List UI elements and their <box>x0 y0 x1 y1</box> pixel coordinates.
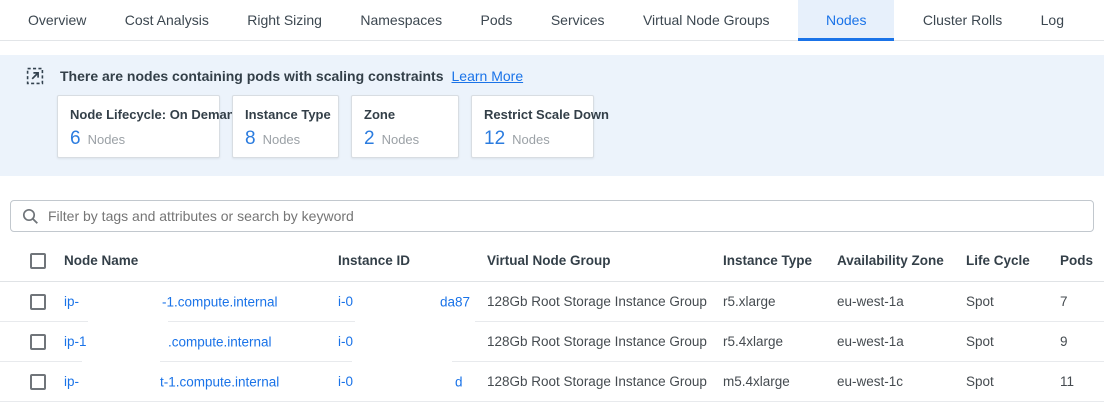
availability-zone-cell: eu-west-1a <box>837 334 966 349</box>
tab-cluster-rolls[interactable]: Cluster Rolls <box>913 0 1012 40</box>
card-title: Restrict Scale Down <box>484 107 581 122</box>
column-header-pods: Pods <box>1060 253 1104 268</box>
pods-cell: 11 <box>1060 374 1104 389</box>
redaction-box <box>82 359 160 389</box>
card-value: 6 <box>70 128 81 150</box>
pods-cell: 7 <box>1060 294 1104 309</box>
card-unit: Nodes <box>263 132 301 147</box>
node-name-link[interactable]: ip-1 <box>64 334 87 349</box>
instance-id-link[interactable]: i-0 <box>338 374 353 389</box>
pods-cell: 9 <box>1060 334 1104 349</box>
tab-services[interactable]: Services <box>541 0 615 40</box>
availability-zone-cell: eu-west-1c <box>837 374 966 389</box>
table-row: ip-1 .compute.internal i-0 128Gb Root St… <box>0 322 1104 362</box>
virtual-node-group-cell: 128Gb Root Storage Instance Group <box>487 294 723 309</box>
filter-search-bar <box>10 200 1094 232</box>
card-unit: Nodes <box>88 132 126 147</box>
tab-pods[interactable]: Pods <box>471 0 523 40</box>
card-value: 8 <box>245 128 256 150</box>
instance-id-link[interactable]: d <box>455 374 463 389</box>
instance-id-link[interactable]: i-0 <box>338 294 353 309</box>
banner-message: There are nodes containing pods with sca… <box>60 68 444 84</box>
card-title: Zone <box>364 107 446 122</box>
card-value: 12 <box>484 128 505 150</box>
tab-namespaces[interactable]: Namespaces <box>350 0 452 40</box>
life-cycle-cell: Spot <box>966 334 1060 349</box>
column-header-instance-id: Instance ID <box>338 253 487 268</box>
scaling-constraints-banner: There are nodes containing pods with sca… <box>0 55 1104 176</box>
card-zone[interactable]: Zone 2 Nodes <box>351 95 459 158</box>
table-row: ip- -1.compute.internal i-0 da87 128Gb R… <box>0 282 1104 322</box>
card-node-lifecycle[interactable]: Node Lifecycle: On Demand 6 Nodes <box>57 95 220 158</box>
tab-log[interactable]: Log <box>1031 0 1074 40</box>
tab-overview[interactable]: Overview <box>18 0 96 40</box>
row-checkbox[interactable] <box>30 334 46 350</box>
virtual-node-group-cell: 128Gb Root Storage Instance Group <box>487 334 723 349</box>
tab-nodes[interactable]: Nodes <box>798 0 894 40</box>
select-all-checkbox[interactable] <box>30 253 46 269</box>
card-instance-type[interactable]: Instance Type 8 Nodes <box>232 95 339 158</box>
nodes-table: Node Name Instance ID Virtual Node Group… <box>0 240 1104 402</box>
node-name-link[interactable]: -1.compute.internal <box>162 294 278 309</box>
node-name-link[interactable]: t-1.compute.internal <box>160 374 279 389</box>
table-row: ip- t-1.compute.internal i-0 d 128Gb Roo… <box>0 362 1104 402</box>
search-input[interactable] <box>48 208 1082 224</box>
tab-right-sizing[interactable]: Right Sizing <box>237 0 332 40</box>
redaction-box <box>352 285 438 315</box>
row-checkbox[interactable] <box>30 294 46 310</box>
learn-more-link[interactable]: Learn More <box>452 68 524 84</box>
table-header-row: Node Name Instance ID Virtual Node Group… <box>0 240 1104 282</box>
column-header-availability-zone: Availability Zone <box>837 253 966 268</box>
tab-virtual-node-groups[interactable]: Virtual Node Groups <box>633 0 780 40</box>
virtual-node-group-cell: 128Gb Root Storage Instance Group <box>487 374 723 389</box>
instance-type-cell: r5.4xlarge <box>723 334 837 349</box>
instance-type-cell: m5.4xlarge <box>723 374 837 389</box>
instance-type-cell: r5.xlarge <box>723 294 837 309</box>
life-cycle-cell: Spot <box>966 374 1060 389</box>
column-header-virtual-node-group: Virtual Node Group <box>487 253 723 268</box>
tab-cost-analysis[interactable]: Cost Analysis <box>115 0 219 40</box>
scale-constraint-icon <box>25 66 45 86</box>
card-restrict-scale-down[interactable]: Restrict Scale Down 12 Nodes <box>471 95 594 158</box>
redaction-box <box>355 319 475 349</box>
redaction-box <box>352 359 452 389</box>
constraint-cards: Node Lifecycle: On Demand 6 Nodes Instan… <box>57 95 1104 158</box>
availability-zone-cell: eu-west-1a <box>837 294 966 309</box>
card-title: Node Lifecycle: On Demand <box>70 107 207 122</box>
node-name-link[interactable]: .compute.internal <box>168 334 272 349</box>
card-title: Instance Type <box>245 107 326 122</box>
life-cycle-cell: Spot <box>966 294 1060 309</box>
node-name-link[interactable]: ip- <box>64 294 79 309</box>
card-unit: Nodes <box>512 132 550 147</box>
column-header-node-name: Node Name <box>64 253 338 268</box>
instance-id-link[interactable]: da87 <box>440 294 470 309</box>
redaction-box <box>88 319 168 349</box>
card-value: 2 <box>364 128 375 150</box>
cluster-tab-bar: Overview Cost Analysis Right Sizing Name… <box>0 0 1104 41</box>
column-header-instance-type: Instance Type <box>723 253 837 268</box>
card-unit: Nodes <box>382 132 420 147</box>
search-icon <box>22 208 39 225</box>
redaction-box <box>85 285 161 315</box>
row-checkbox[interactable] <box>30 374 46 390</box>
node-name-link[interactable]: ip- <box>64 374 79 389</box>
instance-id-link[interactable]: i-0 <box>338 334 353 349</box>
column-header-life-cycle: Life Cycle <box>966 253 1060 268</box>
